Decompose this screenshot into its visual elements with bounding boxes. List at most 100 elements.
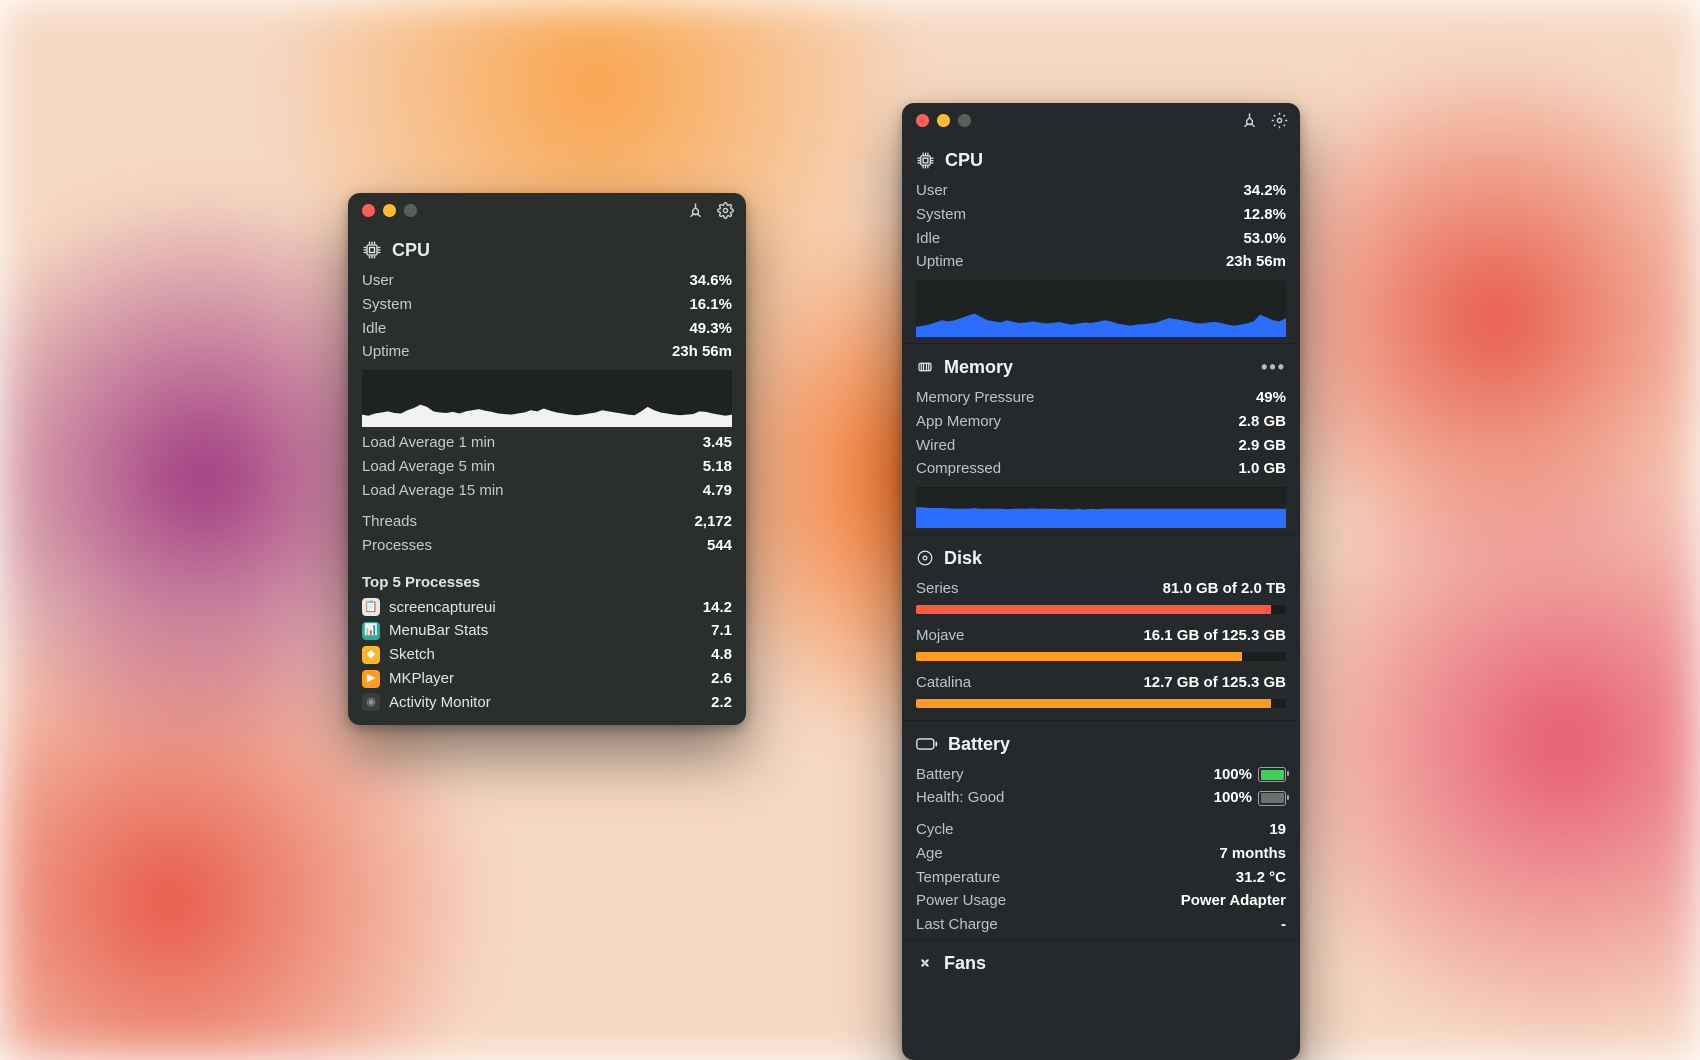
stat-label: Idle [916, 228, 940, 250]
stat-label: Load Average 5 min [362, 456, 495, 478]
battery-icon [916, 737, 938, 751]
app-icon: ◉ [362, 693, 380, 711]
app-icon: 📋 [362, 598, 380, 616]
zoom-button[interactable] [404, 204, 417, 217]
close-button[interactable] [916, 114, 929, 127]
cpu-usage-chart [916, 280, 1286, 337]
battery-health-icon [1258, 791, 1286, 806]
stat-row: Threads2,172 [362, 510, 732, 534]
stat-label: Uptime [362, 341, 410, 363]
stat-label: Health: Good [916, 787, 1004, 809]
process-name: Activity Monitor [389, 692, 702, 714]
stat-label: System [916, 204, 966, 226]
stat-row: Last Charge- [916, 913, 1286, 937]
minimize-button[interactable] [937, 114, 950, 127]
settings-icon[interactable] [716, 201, 734, 219]
section-title: CPU [392, 237, 430, 263]
disk-value: 81.0 GB of 2.0 TB [1163, 578, 1286, 600]
disk-section-header[interactable]: Disk [916, 541, 1286, 577]
more-icon[interactable]: ••• [1261, 354, 1286, 380]
cpu-section-header[interactable]: CPU [362, 233, 732, 269]
battery-section-header[interactable]: Battery [916, 727, 1286, 763]
stat-value: 2.9 GB [1238, 435, 1286, 457]
disk-row: Series 81.0 GB of 2.0 TB [916, 577, 1286, 601]
stat-value: Power Adapter [1181, 890, 1286, 912]
stat-value: 23h 56m [672, 341, 732, 363]
stat-row: Load Average 5 min 5.18 [362, 455, 732, 479]
cpu-section-header[interactable]: CPU [916, 143, 1286, 179]
stat-label: Processes [362, 535, 432, 557]
stat-label: User [362, 270, 394, 292]
stat-value: 23h 56m [1226, 251, 1286, 273]
stat-value: 34.6% [689, 270, 732, 292]
stat-row: Compressed1.0 GB [916, 457, 1286, 481]
stat-label: System [362, 294, 412, 316]
process-row[interactable]: 📊 MenuBar Stats 7.1 [362, 619, 732, 643]
stat-row: Memory Pressure49% [916, 386, 1286, 410]
stats-window-overview: CPU User 34.2% System 12.8% Idle 53.0% Upti… [902, 103, 1300, 1060]
stat-row: Power Usage Power Adapter [916, 889, 1286, 913]
stat-value: 34.2% [1243, 180, 1286, 202]
stat-row: Health: Good 100% [916, 786, 1286, 810]
stat-value: 100% [1214, 764, 1286, 786]
stat-label: Last Charge [916, 914, 998, 936]
stat-label: Battery [916, 764, 964, 786]
settings-icon[interactable] [1270, 111, 1288, 129]
app-icon: ▶ [362, 670, 380, 688]
process-name: Sketch [389, 644, 702, 666]
disk-usage-bar [916, 605, 1286, 614]
zoom-button[interactable] [958, 114, 971, 127]
stat-value: 53.0% [1243, 228, 1286, 250]
stat-row: Wired2.9 GB [916, 434, 1286, 458]
disk-row: Mojave16.1 GB of 125.3 GB [916, 624, 1286, 648]
stat-label: Compressed [916, 458, 1001, 480]
fan-icon [916, 954, 934, 972]
pin-icon[interactable] [686, 201, 704, 219]
cpu-icon [362, 240, 382, 260]
stat-row: Age7 months [916, 842, 1286, 866]
stat-value: 19 [1269, 819, 1286, 841]
stat-label: Load Average 1 min [362, 432, 495, 454]
stat-value: 5.18 [703, 456, 732, 478]
stat-label: Temperature [916, 867, 1000, 889]
stat-label: Cycle [916, 819, 954, 841]
stat-label: Power Usage [916, 890, 1006, 912]
stat-row: Idle 49.3% [362, 317, 732, 341]
fans-section-header[interactable]: Fans [916, 946, 1286, 982]
stat-label: Threads [362, 511, 417, 533]
titlebar[interactable] [902, 103, 1300, 137]
process-row[interactable]: 📋 screencaptureui 14.2 [362, 596, 732, 620]
cpu-usage-chart [362, 370, 732, 427]
top-processes-heading: Top 5 Processes [362, 566, 732, 596]
disk-name: Mojave [916, 625, 964, 647]
stat-value: 12.8% [1243, 204, 1286, 226]
stat-label: Uptime [916, 251, 964, 273]
titlebar[interactable] [348, 193, 746, 227]
stat-value: 49.3% [689, 318, 732, 340]
disk-name: Series [916, 578, 959, 600]
section-title: Fans [944, 950, 986, 976]
stat-row: Load Average 15 min4.79 [362, 479, 732, 503]
stat-row: Cycle 19 [916, 818, 1286, 842]
stat-row: Temperature31.2 °C [916, 866, 1286, 890]
disk-icon [916, 549, 934, 567]
disk-usage-bar [916, 699, 1286, 708]
stat-row: Load Average 1 min3.45 [362, 431, 732, 455]
close-button[interactable] [362, 204, 375, 217]
stat-value: 4.79 [703, 480, 732, 502]
process-row[interactable]: ◆ Sketch 4.8 [362, 643, 732, 667]
stat-label: User [916, 180, 948, 202]
stat-label: Idle [362, 318, 386, 340]
memory-pressure-chart [916, 487, 1286, 528]
stat-row: System16.1% [362, 293, 732, 317]
process-row[interactable]: ◉ Activity Monitor 2.2 [362, 691, 732, 724]
process-row[interactable]: ▶ MKPlayer 2.6 [362, 667, 732, 691]
battery-level-icon [1258, 767, 1286, 782]
memory-section-header[interactable]: Memory ••• [916, 350, 1286, 386]
stat-row: Processes544 [362, 534, 732, 558]
stat-value: 2.8 GB [1238, 411, 1286, 433]
pin-icon[interactable] [1240, 111, 1258, 129]
traffic-lights [916, 114, 971, 127]
disk-usage-bar [916, 652, 1286, 661]
minimize-button[interactable] [383, 204, 396, 217]
